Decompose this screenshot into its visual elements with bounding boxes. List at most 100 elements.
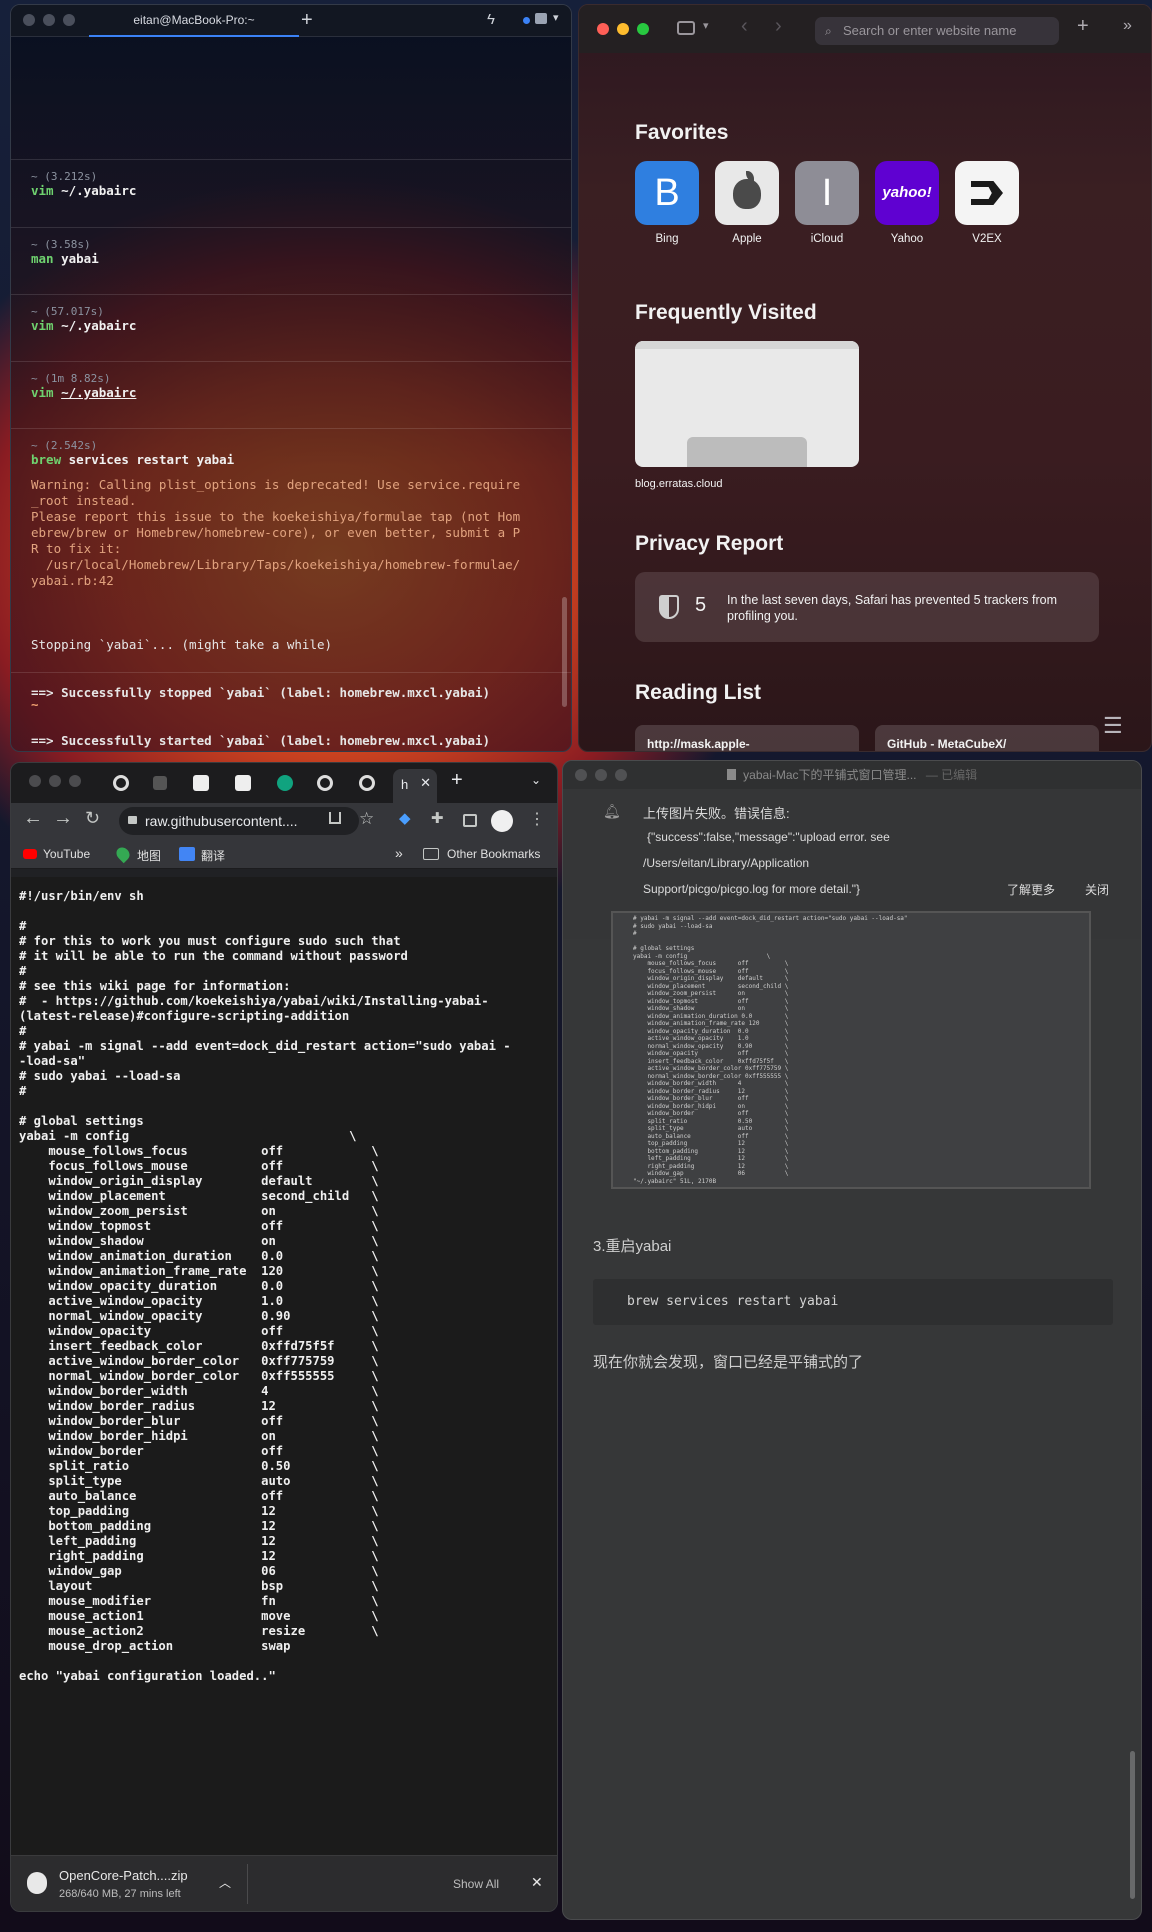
command-arg: services restart yabai	[68, 452, 235, 467]
command-block[interactable]: ~ (3.212s) vim ~/.yabairc	[11, 159, 571, 227]
terminal-window[interactable]: eitan@MacBook-Pro:~ + ϟ ▾ ~ (3.212s) vim…	[10, 4, 572, 752]
terminal-tab[interactable]: eitan@MacBook-Pro:~	[89, 5, 299, 37]
zoom-dot[interactable]	[615, 769, 627, 781]
section-heading[interactable]: 3.重启yabai	[593, 1235, 671, 1256]
v2ex-tab-icon[interactable]	[193, 775, 209, 791]
github-tab-icon[interactable]	[113, 775, 129, 791]
command-block[interactable]: ~ (3.58s) man yabai	[11, 227, 571, 294]
close-icon[interactable]: ✕	[531, 1874, 543, 1891]
zoom-dot[interactable]	[69, 775, 81, 787]
close-dot[interactable]	[597, 23, 609, 35]
favorite-bing[interactable]: B Bing	[635, 161, 699, 245]
command-arg: ~/.yabairc	[61, 183, 137, 198]
terminal-scrollbar[interactable]	[562, 597, 567, 707]
favorite-label: V2EX	[972, 233, 1002, 245]
bell-icon: 🔔︎	[603, 803, 621, 819]
favorite-yahoo[interactable]: yahoo! Yahoo	[875, 161, 939, 245]
favorite-icloud[interactable]: I iCloud	[795, 161, 859, 245]
sidebar-icon[interactable]	[677, 21, 695, 35]
typora-scrollbar[interactable]	[1130, 1751, 1135, 1899]
close-dot[interactable]	[575, 769, 587, 781]
window-menu-icon[interactable]	[535, 13, 547, 24]
address-bar[interactable]: ⌕ Search or enter website name	[815, 17, 1059, 45]
privacy-report-card[interactable]: 5 In the last seven days, Safari has pre…	[635, 572, 1099, 642]
github-tab-icon[interactable]	[359, 775, 375, 791]
close-dot[interactable]	[23, 14, 35, 26]
reload-icon[interactable]: ↻	[85, 808, 100, 829]
folder-icon	[423, 848, 439, 860]
bolt-icon[interactable]: ϟ	[487, 11, 495, 28]
current-prompt[interactable]: ~	[11, 672, 571, 751]
show-all-button[interactable]: Show All	[453, 1877, 499, 1891]
chrome-window[interactable]: h ✕ + ⌄ ← → ↻ raw.githubusercontent.... …	[10, 762, 558, 1912]
minimize-dot[interactable]	[595, 769, 607, 781]
omnibox[interactable]: raw.githubusercontent....	[119, 807, 359, 835]
other-bookmarks[interactable]: Other Bookmarks	[447, 847, 540, 861]
learn-more-button[interactable]: 了解更多	[1007, 881, 1055, 898]
typora-window[interactable]: yabai-Mac下的平铺式窗口管理... — 已编辑 🔔︎ 上传图片失败。错误…	[562, 760, 1142, 1920]
active-tab[interactable]: h ✕	[393, 769, 437, 803]
close-notification-button[interactable]: 关闭	[1085, 881, 1109, 898]
chevron-down-icon[interactable]: ▾	[703, 19, 709, 32]
raw-file-content: #!/usr/bin/env sh # # for this to work y…	[11, 877, 557, 1855]
zoom-dot[interactable]	[63, 14, 75, 26]
command-name: vim	[31, 183, 54, 198]
tab-icon[interactable]	[153, 776, 167, 790]
extension-gem-icon[interactable]: ◆	[399, 809, 411, 827]
new-tab-icon[interactable]: +	[451, 769, 463, 792]
favorite-v2ex[interactable]: V2EX	[955, 161, 1019, 245]
reading-list-heading: Reading List	[635, 681, 762, 704]
command-block[interactable]: ~ (1m 8.82s) vim ~/.yabairc	[11, 361, 571, 428]
forward-icon[interactable]: ›	[775, 15, 782, 38]
frequently-visited-heading: Frequently Visited	[635, 301, 817, 324]
frequent-site-thumbnail[interactable]	[635, 341, 859, 467]
download-filename[interactable]: OpenCore-Patch....zip	[59, 1868, 188, 1883]
code-block[interactable]: brew services restart yabai	[593, 1279, 1113, 1325]
terminal-output[interactable]: ~ (3.212s) vim ~/.yabairc ~ (3.58s) man …	[11, 37, 571, 751]
forward-icon[interactable]: →	[53, 807, 73, 830]
tab-overview-icon[interactable]: »	[1123, 17, 1132, 35]
chevron-up-icon[interactable]: ︿	[219, 1874, 231, 1891]
minimize-dot[interactable]	[43, 14, 55, 26]
frequent-site-label[interactable]: blog.erratas.cloud	[635, 478, 722, 490]
new-tab-icon[interactable]: +	[1077, 15, 1089, 38]
tab-search-icon[interactable]: ⌄	[531, 773, 541, 787]
customize-sliders-icon[interactable]: ☰	[1103, 713, 1123, 739]
v2ex-tab-icon[interactable]	[235, 775, 251, 791]
paragraph[interactable]: 现在你就会发现，窗口已经是平铺式的了	[593, 1351, 863, 1372]
github-tab-icon[interactable]	[317, 775, 333, 791]
reading-item[interactable]: http://mask.apple-	[635, 725, 859, 751]
bookmarks-overflow-icon[interactable]: »	[395, 845, 403, 861]
command-block[interactable]: ~ (57.017s) vim ~/.yabairc	[11, 294, 571, 361]
minimize-dot[interactable]	[49, 775, 61, 787]
openai-tab-icon[interactable]	[277, 775, 293, 791]
extensions-puzzle-icon[interactable]: ✚	[431, 809, 444, 827]
bookmark-youtube[interactable]: YouTube	[43, 847, 90, 861]
more-menu-icon[interactable]: ⋮	[529, 809, 545, 829]
minimize-dot[interactable]	[617, 23, 629, 35]
command-duration: ~ (3.212s)	[31, 170, 98, 183]
back-icon[interactable]: ←	[23, 807, 43, 830]
bookmark-star-icon[interactable]: ☆	[359, 809, 374, 829]
embedded-screenshot[interactable]: # yabai -m signal --add event=dock_did_r…	[611, 911, 1091, 1189]
bookmark-maps[interactable]: 地图	[137, 847, 161, 864]
new-tab-icon[interactable]: +	[301, 9, 313, 32]
tab-title: h	[401, 777, 409, 792]
chevron-down-icon[interactable]: ▾	[553, 11, 559, 24]
command-name: vim	[31, 385, 54, 400]
command-block[interactable]: ~ (2.542s) brew services restart yabai W…	[11, 428, 571, 748]
favorite-apple[interactable]: Apple	[715, 161, 779, 245]
bookmark-translate[interactable]: 翻译	[201, 847, 225, 864]
yahoo-icon: yahoo!	[875, 161, 939, 225]
share-icon[interactable]	[329, 812, 341, 824]
close-dot[interactable]	[29, 775, 41, 787]
notification-detail: /Users/eitan/Library/Application	[643, 856, 810, 870]
close-tab-icon[interactable]: ✕	[420, 775, 431, 791]
side-panel-icon[interactable]	[463, 814, 477, 827]
back-icon[interactable]: ‹	[741, 15, 748, 38]
reading-item[interactable]: GitHub - MetaCubeX/	[875, 725, 1099, 751]
profile-avatar[interactable]	[491, 810, 513, 832]
command-arg: ~/.yabairc	[61, 318, 137, 333]
safari-window[interactable]: ▾ ‹ › ⌕ Search or enter website name + »…	[578, 4, 1152, 752]
zoom-dot[interactable]	[637, 23, 649, 35]
